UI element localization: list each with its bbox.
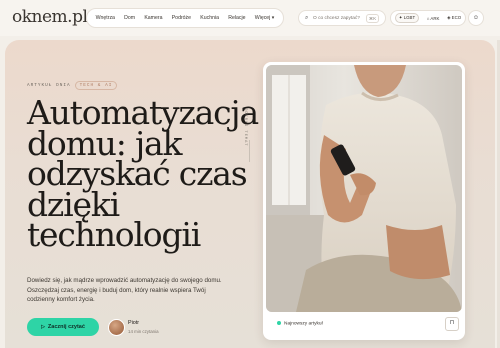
person-with-phone-illustration — [266, 65, 462, 312]
main-nav: Wnętrza Dom Kamera Podróże Kuchnia Relac… — [86, 8, 284, 28]
search-icon: ⌕ — [305, 15, 309, 21]
vertical-label: ODKRYJ TEMAT — [243, 108, 247, 147]
nav-item-kamera[interactable]: Kamera — [144, 15, 162, 21]
pill-eco[interactable]: ◈ ECO — [447, 15, 461, 21]
status-dot — [277, 321, 281, 325]
nav-item-more[interactable]: Więcej ▾ — [255, 15, 275, 21]
quick-pills: ✦ LGBT ⌂ ARK ◈ ECO — [390, 10, 466, 26]
user-icon[interactable]: ☺ — [468, 10, 484, 26]
bookmark-icon[interactable]: ⊓ — [445, 317, 459, 331]
nav-item-podroze[interactable]: Podróże — [172, 15, 191, 21]
play-icon: ▷ — [41, 324, 45, 330]
nav-item-wnetrza[interactable]: Wnętrza — [96, 15, 115, 21]
nav-item-dom[interactable]: Dom — [124, 15, 135, 21]
start-reading-button[interactable]: ▷ Zacznij czytać — [27, 318, 99, 336]
reading-time: 14 min czytania — [128, 329, 159, 334]
hero-section: ARTYKUŁ DNIA TECH & AI Automatyzacja domu… — [5, 40, 495, 348]
category-tag[interactable]: TECH & AI — [74, 81, 118, 90]
featured-photo — [266, 65, 462, 312]
top-bar: oknem.pl Wnętrza Dom Kamera Podróże Kuch… — [0, 0, 500, 36]
search-input[interactable]: ⌕ O co chcesz zapytać? ⌘K — [298, 10, 386, 26]
nav-item-relacje[interactable]: Relacje — [228, 15, 245, 21]
nav-item-kuchnia[interactable]: Kuchnia — [200, 15, 219, 21]
hero-kicker: ARTYKUŁ DNIA TECH & AI — [27, 81, 118, 90]
author-avatar[interactable] — [108, 319, 125, 336]
feature-label: Najnowszy artykuł — [277, 321, 323, 326]
pill-lgbt[interactable]: ✦ LGBT — [394, 13, 420, 23]
featured-article-card[interactable]: Najnowszy artykuł ⊓ — [263, 62, 465, 340]
author-name: Piotr — [128, 320, 140, 326]
site-logo[interactable]: oknem.pl — [12, 7, 88, 27]
hero-lede: Dowiedz się, jak mądrze wprowadzić autom… — [27, 277, 222, 303]
divider — [249, 140, 250, 162]
search-shortcut: ⌘K — [366, 14, 379, 23]
hero-headline: Automatyzacja domu: jak odzyskać czas dz… — [27, 93, 259, 254]
search-placeholder: O co chcesz zapytać? — [313, 16, 360, 21]
pill-ark[interactable]: ⌂ ARK — [427, 16, 440, 21]
